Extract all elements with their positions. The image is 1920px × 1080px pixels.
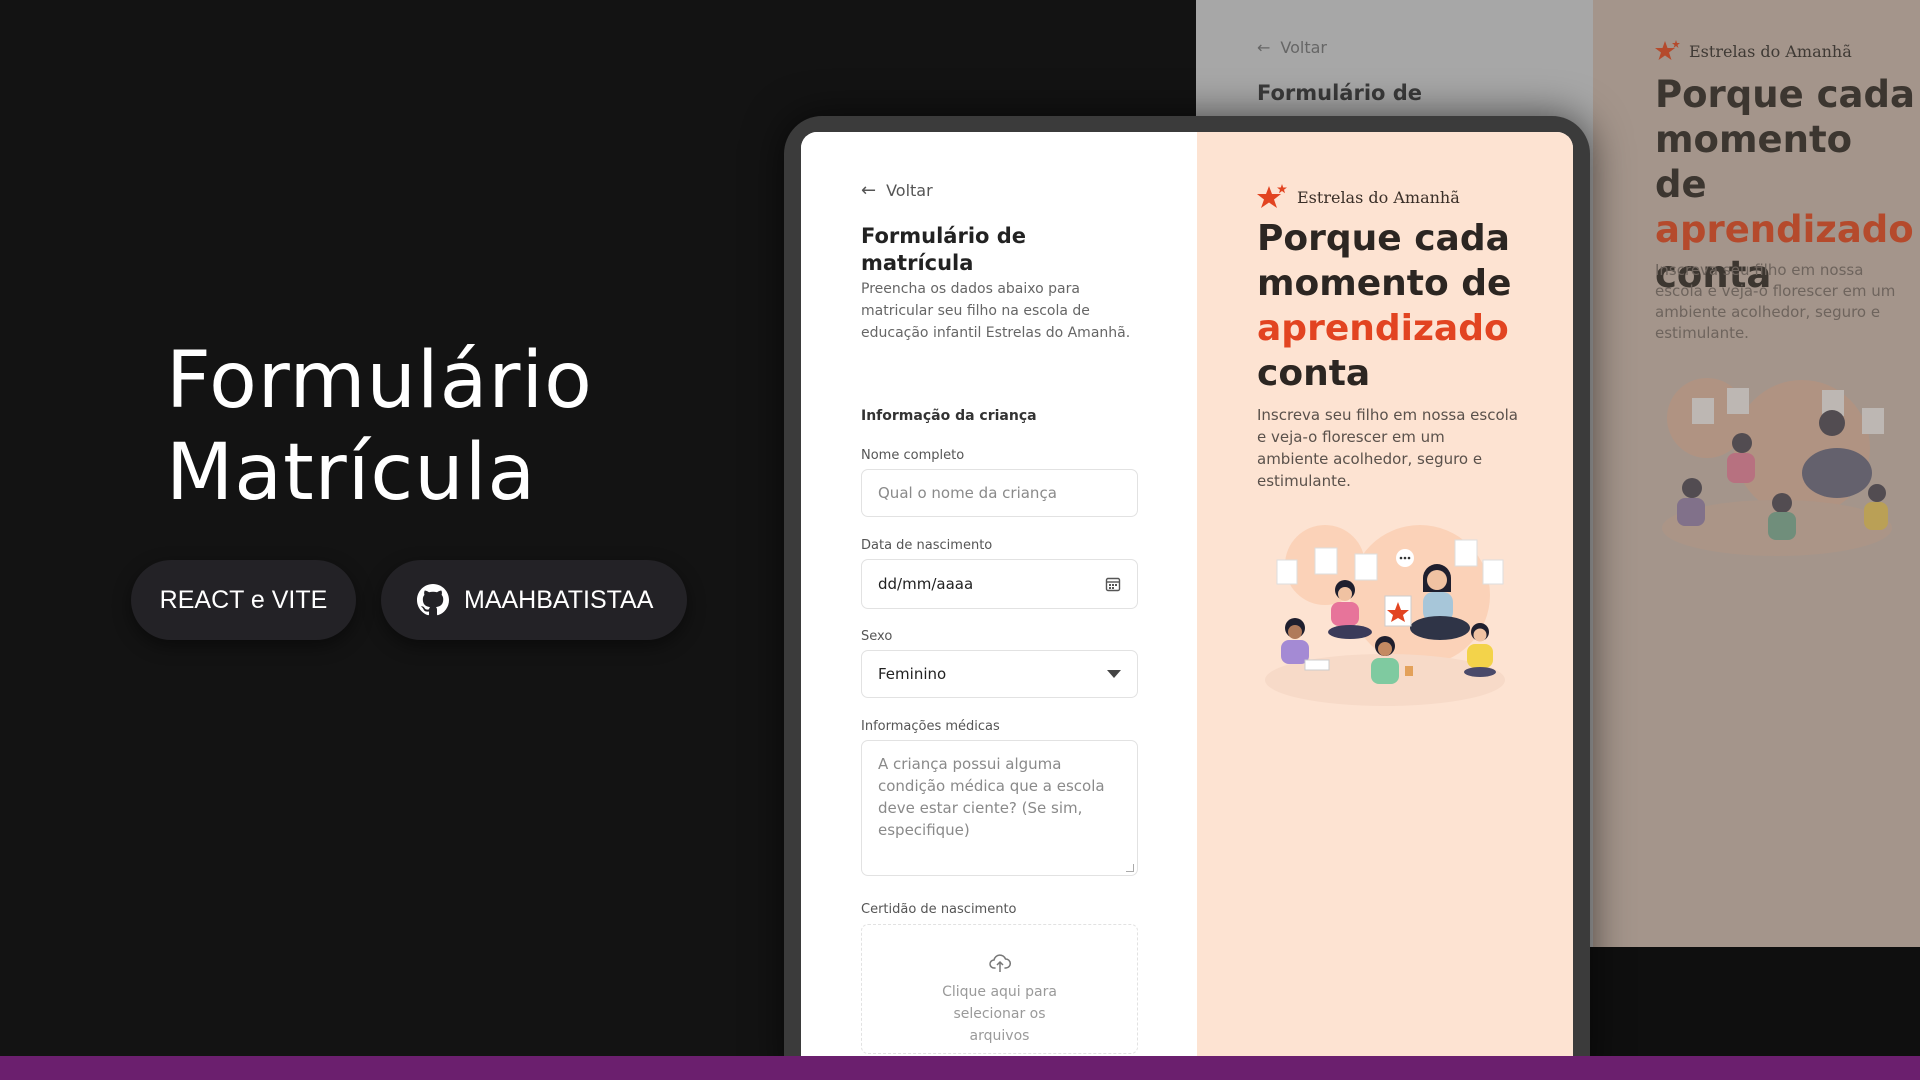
bottom-accent-bar <box>0 1056 1920 1080</box>
back-link[interactable]: ← Voltar <box>861 180 933 201</box>
tech-stack-badge: REACT e VITE <box>131 560 356 640</box>
hero-title: Formulário Matrícula <box>166 335 593 519</box>
birth-date-input[interactable]: dd/mm/aaaa <box>861 559 1138 609</box>
promo-headline: Porque cada momento de aprendizado conta <box>1257 216 1557 396</box>
hero-title-line1: Formulário <box>166 336 593 426</box>
medical-info-placeholder: A criança possui alguma condição médica … <box>878 755 1105 839</box>
background-back-label: Voltar <box>1280 38 1327 57</box>
section-title-child-info: Informação da criança <box>861 408 1037 424</box>
medical-info-textarea[interactable]: A criança possui alguma condição médica … <box>861 740 1138 876</box>
name-label: Nome completo <box>861 448 965 463</box>
name-placeholder: Qual o nome da criança <box>878 484 1057 502</box>
hero-title-line2: Matrícula <box>166 428 537 518</box>
headline-accent: aprendizado <box>1257 308 1509 349</box>
background-form-title: Formulário de <box>1257 81 1423 105</box>
resize-handle-icon[interactable] <box>1126 864 1134 872</box>
chevron-down-icon <box>1107 669 1121 679</box>
brand-logo: Estrelas do Amanhã <box>1257 184 1460 210</box>
background-headline-part1: Porque cada momento de <box>1655 73 1915 206</box>
showcase-stage: Formulário Matrícula REACT e VITE MAAHBA… <box>0 0 1920 1080</box>
form-title: Formulário de matrícula <box>861 224 1027 275</box>
name-input[interactable]: Qual o nome da criança <box>861 469 1138 517</box>
enrollment-form-panel: ← Voltar Formulário de matrícula Preench… <box>801 132 1197 1060</box>
sex-label: Sexo <box>861 629 893 644</box>
github-username: MAAHBATISTAA <box>464 585 654 614</box>
cloud-upload-icon <box>988 954 1011 972</box>
arrow-left-icon: ← <box>861 180 877 201</box>
sex-select[interactable]: Feminino <box>861 650 1138 698</box>
brand-name: Estrelas do Amanhã <box>1297 187 1460 207</box>
headline-part2: conta <box>1257 353 1371 394</box>
background-children-illustration <box>1662 378 1892 556</box>
form-intro: Preencha os dados abaixo para matricular… <box>861 281 1131 341</box>
github-link-button[interactable]: MAAHBATISTAA <box>381 560 687 640</box>
background-description: Inscreva seu filho em nossa escola e vej… <box>1655 261 1896 342</box>
sex-selected-value: Feminino <box>878 665 947 683</box>
promo-panel: Estrelas do Amanhã Porque cada momento d… <box>1197 132 1573 1060</box>
medical-info-label: Informações médicas <box>861 719 1000 734</box>
background-brand-name: Estrelas do Amanhã <box>1689 41 1852 61</box>
birth-certificate-label: Certidão de nascimento <box>861 902 1017 917</box>
tech-stack-label: REACT e VITE <box>159 585 328 614</box>
background-brand: Estrelas do Amanhã <box>1655 40 1852 62</box>
birth-date-placeholder: dd/mm/aaaa <box>878 575 974 593</box>
upload-instructions: Clique aqui para selecionar os arquivos <box>942 984 1057 1044</box>
back-label: Voltar <box>886 181 933 200</box>
github-icon <box>417 584 449 616</box>
children-classroom-illustration <box>1265 525 1505 706</box>
star-logo-icon <box>1655 40 1680 60</box>
tablet-screen: ← Voltar Formulário de matrícula Preench… <box>801 132 1573 1060</box>
background-headline-accent: aprendizado <box>1655 208 1914 251</box>
birth-date-label: Data de nascimento <box>861 538 993 553</box>
star-logo-icon <box>1257 184 1287 208</box>
promo-description: Inscreva seu filho em nossa escola e vej… <box>1257 406 1518 490</box>
calendar-icon[interactable] <box>1105 576 1121 592</box>
arrow-left-icon: ← <box>1257 38 1271 57</box>
background-back-link: ← Voltar <box>1257 38 1327 57</box>
file-upload-dropzone[interactable]: Clique aqui para selecionar os arquivos <box>861 924 1138 1054</box>
headline-part1: Porque cada momento de <box>1257 218 1512 304</box>
